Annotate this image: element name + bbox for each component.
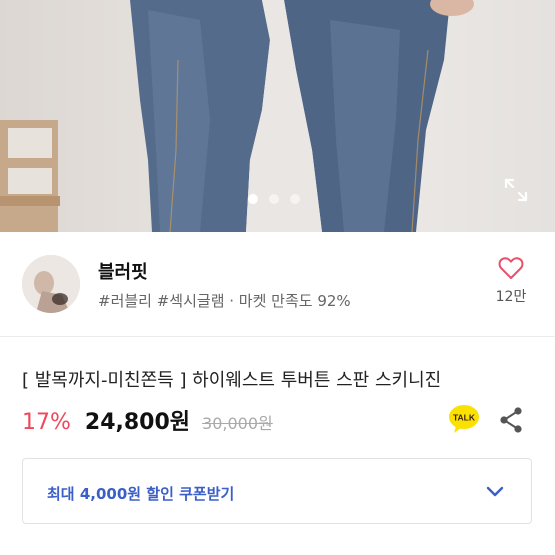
kakaotalk-icon: TALK — [449, 405, 479, 433]
shop-avatar[interactable] — [22, 255, 80, 313]
section-divider — [0, 336, 555, 337]
heart-outline-icon — [498, 257, 524, 279]
expand-icon — [504, 178, 528, 202]
share-button[interactable] — [498, 406, 524, 434]
like-count: 12만 — [495, 289, 527, 305]
like-button[interactable]: 12만 — [486, 256, 536, 306]
talk-label: TALK — [453, 413, 476, 423]
product-title: [ 발목까지-미친쫀득 ] 하이웨스트 투버튼 스판 스키니진 — [22, 370, 442, 391]
carousel-dots — [248, 194, 300, 204]
original-price: 30,000원 — [202, 414, 273, 433]
carousel-dot[interactable] — [269, 194, 279, 204]
carousel-dot[interactable] — [290, 194, 300, 204]
expand-button[interactable] — [496, 170, 536, 210]
shop-name[interactable]: 블러핏 — [98, 258, 148, 284]
price-row: 17% 24,800원 30,000원 — [22, 404, 273, 436]
product-photo[interactable] — [0, 0, 555, 232]
shop-tags-satisfaction: #러블리 #섹시글램 · 마켓 만족도 92% — [98, 292, 351, 310]
kakaotalk-button[interactable]: TALK — [448, 404, 480, 434]
coupon-button[interactable]: 최대 4,000원 할인 쿠폰받기 — [22, 458, 532, 524]
carousel-dot-active[interactable] — [248, 194, 258, 204]
avatar-image — [22, 255, 80, 313]
share-icon — [500, 407, 522, 433]
discount-rate: 17% — [22, 410, 71, 435]
sale-price: 24,800원 — [84, 410, 191, 435]
coupon-label: 최대 4,000원 할인 쿠폰받기 — [47, 485, 235, 503]
chevron-down-icon — [486, 486, 504, 497]
